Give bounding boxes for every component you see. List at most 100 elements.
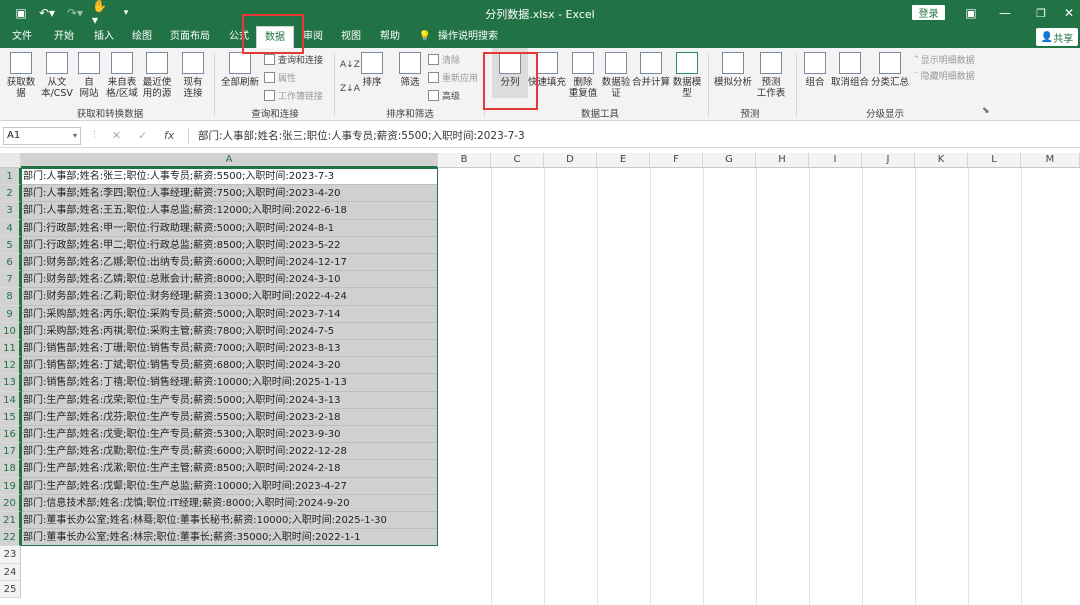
from-text-csv-button[interactable]: 从文 本/CSV — [40, 48, 74, 99]
tab-home[interactable]: 开始 — [48, 26, 80, 48]
filter-button[interactable]: 筛选 — [394, 48, 426, 88]
cell-a[interactable]: 部门:董事长办公室;姓名:林蓦;职位:董事长秘书;薪资:10000;入职时间:2… — [21, 512, 437, 530]
row-header[interactable]: 20 — [0, 494, 21, 512]
cell-a[interactable]: 部门:行政部;姓名:甲二;职位:行政总监;薪资:8500;入职时间:2023-5… — [21, 236, 437, 254]
close-icon[interactable]: ✕ — [1060, 3, 1078, 23]
cell-a[interactable]: 部门:财务部;姓名:乙莉;职位:财务经理;薪资:13000;入职时间:2022-… — [21, 288, 437, 306]
column-header-a[interactable]: A — [21, 153, 438, 168]
column-header-h[interactable]: H — [756, 153, 809, 168]
column-header-e[interactable]: E — [597, 153, 650, 168]
customize-qat-icon[interactable]: ▾ — [120, 3, 132, 23]
row-header[interactable]: 7 — [0, 271, 21, 289]
ribbon-display-options-icon[interactable]: ▣ — [962, 3, 980, 23]
row-header[interactable]: 16 — [0, 426, 21, 444]
refresh-all-button[interactable]: 全部刷新 — [218, 48, 262, 88]
group-button[interactable]: 组合 — [800, 48, 830, 88]
cell-a[interactable]: 部门:生产部;姓名:戊荣;职位:生产专员;薪资:5000;入职时间:2024-3… — [21, 391, 437, 409]
enter-icon[interactable]: ✓ — [138, 129, 147, 142]
hide-detail-button[interactable]: ⁻ 隐藏明细数据 — [914, 68, 975, 82]
column-header-m[interactable]: M — [1021, 153, 1080, 168]
cell-a[interactable]: 部门:生产部;姓名:戊芬;职位:生产专员;薪资:5500;入职时间:2023-2… — [21, 408, 437, 426]
cell-a[interactable]: 部门:采购部;姓名:丙祺;职位:采购主管;薪资:7800;入职时间:2024-7… — [21, 322, 437, 340]
row-header[interactable]: 3 — [0, 202, 21, 220]
row-header[interactable]: 18 — [0, 460, 21, 478]
cell-a[interactable]: 部门:生产部;姓名:戊勤;职位:生产专员;薪资:6000;入职时间:2022-1… — [21, 443, 437, 461]
remove-duplicates-button[interactable]: 删除 重复值 — [566, 48, 600, 99]
column-header-i[interactable]: I — [809, 153, 862, 168]
cell-a[interactable]: 部门:人事部;姓名:张三;职位:人事专员;薪资:5500;入职时间:2023-7… — [21, 168, 437, 186]
tab-review[interactable]: 审阅 — [298, 26, 328, 48]
clear-filter-button[interactable]: 清除 — [428, 52, 460, 66]
cell-a[interactable]: 部门:销售部;姓名:丁禧;职位:销售经理;薪资:10000;入职时间:2025-… — [21, 374, 437, 392]
text-to-columns-button[interactable]: 分列 — [492, 48, 528, 98]
sort-button[interactable]: 排序 — [356, 48, 388, 88]
cancel-icon[interactable]: ✕ — [112, 129, 121, 142]
row-header[interactable]: 6 — [0, 254, 21, 272]
share-button[interactable]: 👤 共享 — [1036, 28, 1078, 46]
row-header[interactable]: 15 — [0, 408, 21, 426]
row-header[interactable]: 8 — [0, 288, 21, 306]
properties-button[interactable]: 属性 — [264, 70, 296, 84]
row-header[interactable]: 10 — [0, 322, 21, 340]
cell-a[interactable]: 部门:销售部;姓名:丁斌;职位:销售专员;薪资:6800;入职时间:2024-3… — [21, 357, 437, 375]
cell-a[interactable]: 部门:生产部;姓名:戊雯;职位:生产专员;薪资:5300;入职时间:2023-9… — [21, 426, 437, 444]
name-box[interactable]: A1 ▾ — [3, 127, 81, 145]
row-header[interactable]: 25 — [0, 580, 21, 598]
column-header-b[interactable]: B — [438, 153, 491, 168]
get-data-button[interactable]: 获取数据 — [4, 48, 38, 99]
forecast-sheet-button[interactable]: 预测 工作表 — [754, 48, 788, 99]
tab-help[interactable]: 帮助 — [374, 26, 406, 48]
subtotal-button[interactable]: 分类汇总 — [870, 48, 910, 88]
row-header[interactable]: 19 — [0, 477, 21, 495]
tab-view[interactable]: 视图 — [336, 26, 366, 48]
advanced-filter-button[interactable]: 高级 — [428, 88, 460, 102]
select-all-corner[interactable] — [0, 153, 21, 168]
cell-a[interactable]: 部门:销售部;姓名:丁珊;职位:销售专员;薪资:7000;入职时间:2023-8… — [21, 340, 437, 358]
row-header[interactable]: 5 — [0, 236, 21, 254]
what-if-analysis-button[interactable]: 模拟分析 — [712, 48, 754, 88]
tell-me-search[interactable]: 操作说明搜索 — [438, 26, 502, 48]
tab-draw[interactable]: 绘图 — [126, 26, 158, 48]
show-detail-button[interactable]: ⁺ 显示明细数据 — [914, 52, 975, 66]
cell-a[interactable]: 部门:人事部;姓名:李四;职位:人事经理;薪资:7500;入职时间:2023-4… — [21, 185, 437, 203]
tab-insert[interactable]: 插入 — [88, 26, 120, 48]
tab-data[interactable]: 数据 — [256, 26, 294, 48]
data-validation-button[interactable]: 数据验证 — [600, 48, 632, 99]
dialog-launcher-icon[interactable]: ⬊ — [982, 106, 990, 116]
name-box-dropdown-icon[interactable]: ▾ — [73, 128, 77, 144]
redo-icon[interactable]: ↷▾ — [64, 3, 86, 23]
insert-function-button[interactable]: fx — [164, 129, 174, 142]
column-header-k[interactable]: K — [915, 153, 968, 168]
data-model-button[interactable]: 数据模型 — [670, 48, 704, 99]
cell-a[interactable]: 部门:董事长办公室;姓名:林宗;职位:董事长;薪资:35000;入职时间:202… — [21, 529, 437, 547]
row-header[interactable]: 13 — [0, 374, 21, 392]
column-header-g[interactable]: G — [703, 153, 756, 168]
row-header[interactable]: 1 — [0, 168, 21, 186]
from-table-button[interactable]: 来自表 格/区域 — [104, 48, 140, 99]
minimize-icon[interactable]: — — [996, 3, 1014, 23]
cell-a[interactable]: 部门:信息技术部;姓名:戊慎;职位:IT经理;薪资:8000;入职时间:2024… — [21, 494, 437, 512]
row-header[interactable]: 23 — [0, 546, 21, 564]
cell-a[interactable]: 部门:财务部;姓名:乙婧;职位:总账会计;薪资:8000;入职时间:2024-3… — [21, 271, 437, 289]
row-header[interactable]: 24 — [0, 563, 21, 581]
cell-a[interactable]: 部门:采购部;姓名:丙乐;职位:采购专员;薪资:5000;入职时间:2023-7… — [21, 305, 437, 323]
edit-links-button[interactable]: 工作簿链接 — [264, 88, 323, 102]
ungroup-button[interactable]: 取消组合 — [830, 48, 870, 88]
row-header[interactable]: 4 — [0, 219, 21, 237]
tab-formulas[interactable]: 公式 — [224, 26, 254, 48]
cell-a[interactable]: 部门:生产部;姓名:戊漱;职位:生产主管;薪资:8500;入职时间:2024-2… — [21, 460, 437, 478]
column-header-f[interactable]: F — [650, 153, 703, 168]
existing-connections-button[interactable]: 现有 连接 — [178, 48, 208, 99]
row-header[interactable]: 21 — [0, 512, 21, 530]
save-icon[interactable]: ▣ — [12, 3, 30, 23]
row-header[interactable]: 2 — [0, 185, 21, 203]
reapply-button[interactable]: 重新应用 — [428, 70, 478, 84]
row-header[interactable]: 11 — [0, 340, 21, 358]
cell-a[interactable]: 部门:人事部;姓名:王五;职位:人事总监;薪资:12000;入职时间:2022-… — [21, 202, 437, 220]
consolidate-button[interactable]: 合并计算 — [632, 48, 670, 88]
restore-icon[interactable]: ❐ — [1032, 3, 1050, 23]
flash-fill-button[interactable]: 快速填充 — [528, 48, 566, 88]
row-header[interactable]: 12 — [0, 357, 21, 375]
row-header[interactable]: 14 — [0, 391, 21, 409]
column-header-c[interactable]: C — [491, 153, 544, 168]
